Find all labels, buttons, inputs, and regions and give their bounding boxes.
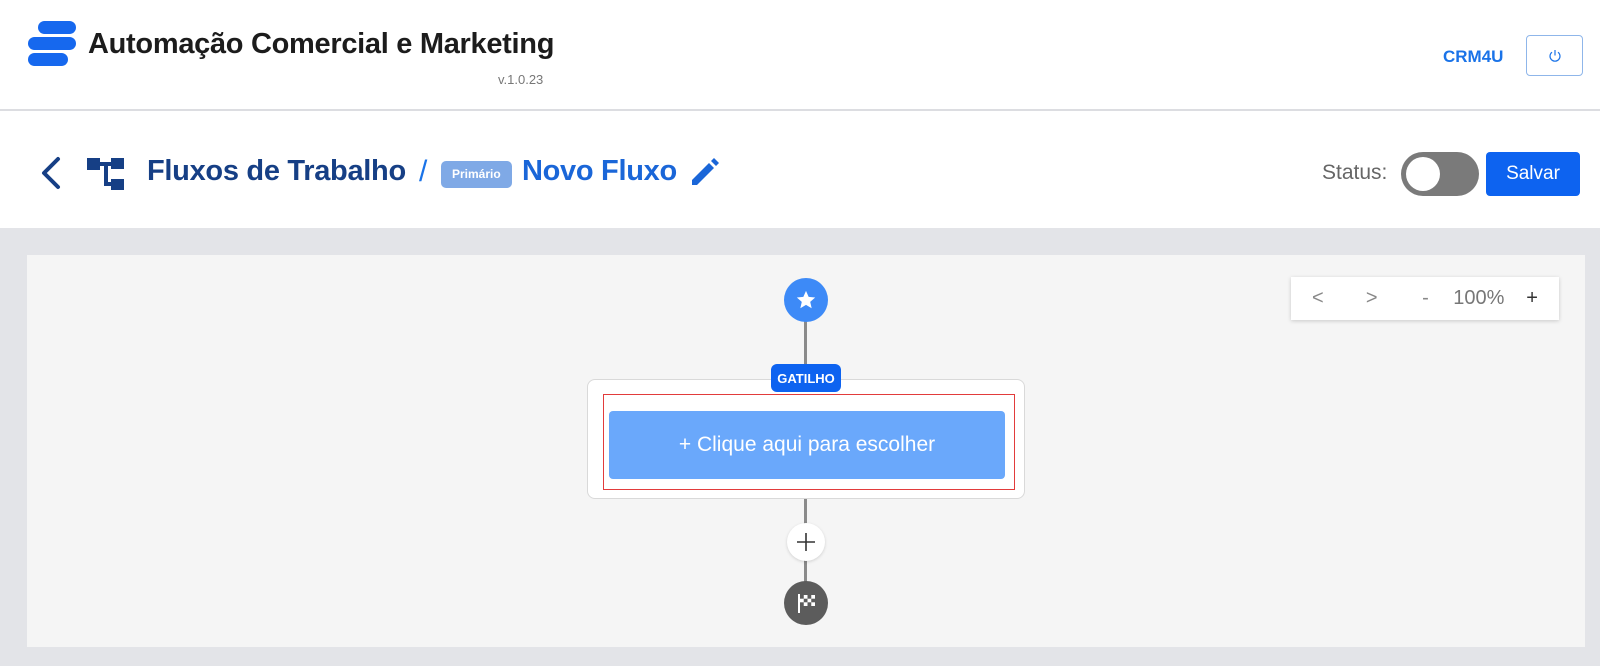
workflow-tree-icon — [87, 158, 124, 190]
end-node — [784, 581, 828, 625]
save-button[interactable]: Salvar — [1486, 152, 1580, 196]
top-header: Automação Comercial e Marketing v.1.0.23… — [0, 0, 1600, 111]
primary-badge: Primário — [441, 161, 512, 188]
star-icon — [796, 290, 816, 309]
workflow-canvas[interactable]: < > - 100% + GATILHO + Clique aqui para … — [27, 255, 1585, 647]
breadcrumb-workflows[interactable]: Fluxos de Trabalho — [147, 155, 406, 188]
breadcrumb-separator: / — [419, 155, 428, 188]
pencil-icon[interactable] — [688, 157, 720, 191]
add-step-button[interactable] — [787, 523, 825, 561]
back-chevron-icon[interactable] — [36, 153, 66, 193]
logout-button[interactable] — [1526, 35, 1583, 76]
power-icon — [1548, 49, 1561, 62]
zoom-controls: < > - 100% + — [1291, 277, 1559, 320]
crm4u-link[interactable]: CRM4U — [1443, 47, 1503, 67]
redo-button[interactable]: > — [1345, 287, 1399, 310]
flow-name: Novo Fluxo — [522, 155, 677, 187]
trigger-tag: GATILHO — [771, 364, 841, 392]
plus-icon — [797, 533, 815, 551]
status-label: Status: — [1322, 161, 1388, 184]
zoom-out-button[interactable]: - — [1399, 287, 1453, 310]
app-version: v.1.0.23 — [498, 72, 544, 87]
app-title: Automação Comercial e Marketing — [88, 28, 555, 60]
toggle-knob — [1406, 157, 1440, 191]
workflow-toolbar: Fluxos de Trabalho / Primário Novo Fluxo… — [0, 111, 1600, 228]
zoom-level: 100% — [1453, 287, 1505, 309]
zoom-in-button[interactable]: + — [1505, 287, 1559, 310]
status-toggle[interactable] — [1401, 152, 1479, 196]
app-logo-icon — [28, 21, 76, 66]
undo-button[interactable]: < — [1291, 287, 1345, 310]
checkered-flag-icon — [798, 594, 815, 613]
start-node — [784, 278, 828, 322]
choose-trigger-button[interactable]: + Clique aqui para escolher — [609, 411, 1005, 479]
